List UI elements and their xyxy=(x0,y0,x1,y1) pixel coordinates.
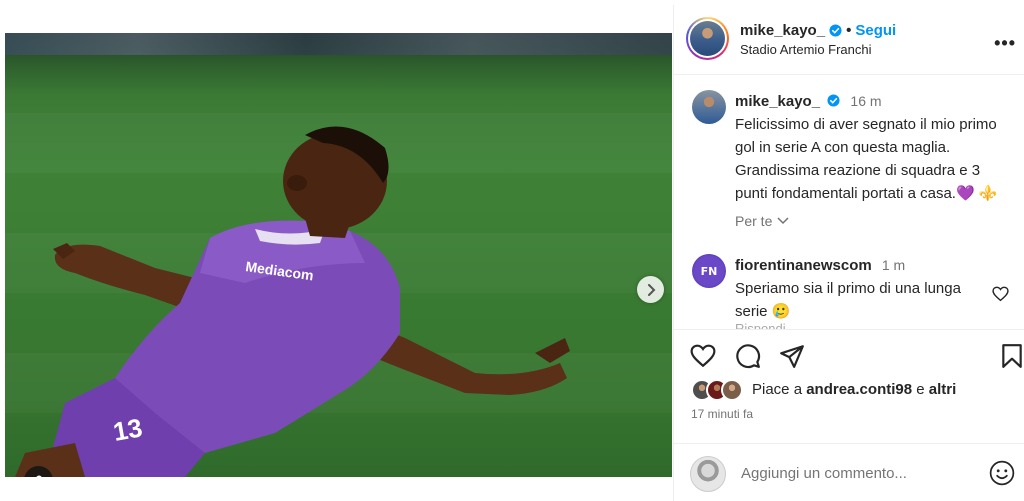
post-header: mike_kayo_ • Segui Stadio Artemio Franch… xyxy=(674,5,1024,75)
author-avatar[interactable] xyxy=(686,17,729,60)
add-comment-bar xyxy=(674,443,1024,501)
comments-section[interactable]: mike_kayo_ 16 m Felicissimo di aver segn… xyxy=(674,76,1024,329)
liker-username[interactable]: andrea.conti98 xyxy=(806,381,912,398)
likes-others[interactable]: altri xyxy=(929,381,957,398)
comment-username[interactable]: fiorentinanewscom xyxy=(735,257,872,274)
post-location[interactable]: Stadio Artemio Franchi xyxy=(740,42,872,57)
post-actions-bar xyxy=(674,329,1024,377)
emoji-picker-icon[interactable] xyxy=(989,460,1015,486)
like-comment-heart-icon[interactable] xyxy=(992,286,1009,302)
user-tag-icon xyxy=(35,475,42,477)
more-options-button[interactable]: ••• xyxy=(994,33,1016,54)
post-side-panel: mike_kayo_ • Segui Stadio Artemio Franch… xyxy=(673,5,1024,501)
verified-badge-icon xyxy=(829,24,842,37)
header-separator: • xyxy=(846,22,852,39)
likes-conj: e xyxy=(912,381,929,398)
commenter-avatar[interactable]: FN xyxy=(692,254,726,288)
author-username[interactable]: mike_kayo_ xyxy=(740,22,825,39)
caption-text: Felicissimo di aver segnato il mio primo… xyxy=(735,116,998,202)
current-user-avatar xyxy=(690,456,726,492)
save-bookmark-icon[interactable] xyxy=(1001,343,1023,369)
verified-badge-icon xyxy=(827,94,840,107)
post-media[interactable]: Mediacom 13 xyxy=(5,33,672,477)
see-translation-button[interactable]: Per te xyxy=(735,213,790,229)
likes-text: Piace a andrea.conti98 e altri xyxy=(752,381,956,398)
likes-prefix: Piace a xyxy=(752,381,807,398)
chevron-down-icon xyxy=(777,217,789,225)
caption-author-avatar[interactable] xyxy=(692,90,726,124)
like-heart-icon[interactable] xyxy=(690,343,716,369)
caption: mike_kayo_ 16 m Felicissimo di aver segn… xyxy=(735,90,1005,205)
share-paper-plane-icon[interactable] xyxy=(779,343,805,369)
comment-bubble-icon[interactable] xyxy=(735,343,761,369)
carousel-next-button[interactable] xyxy=(637,276,664,303)
liker-avatars[interactable] xyxy=(691,379,745,401)
caption-username[interactable]: mike_kayo_ xyxy=(735,93,820,110)
chevron-right-icon xyxy=(647,283,655,296)
svg-text:13: 13 xyxy=(111,412,145,447)
comment-text: Speriamo sia il primo di una lunga serie… xyxy=(735,280,961,320)
caption-time[interactable]: 16 m xyxy=(850,93,881,109)
translate-label: Per te xyxy=(735,213,773,229)
reply-link-partial[interactable]: Rispondi xyxy=(735,321,786,329)
comment-time[interactable]: 1 m xyxy=(882,257,905,273)
post-time-ago[interactable]: 17 minuti fa xyxy=(691,407,753,421)
likes-summary: Piace a andrea.conti98 e altri xyxy=(674,377,1024,401)
follow-button[interactable]: Segui xyxy=(855,22,896,39)
comment: fiorentinanewscom 1 m Speriamo sia il pr… xyxy=(735,254,985,323)
add-comment-input[interactable] xyxy=(741,465,971,482)
